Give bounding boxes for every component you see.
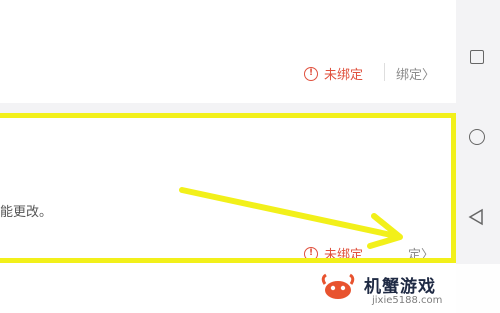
divider [384,63,385,81]
unbound-status-label: 未绑定 [324,68,364,83]
unbound-status: ! 未绑定 [304,64,363,83]
watermark-title: 机蟹游戏 [364,277,436,297]
back-triangle-icon[interactable] [468,208,484,226]
crab-logo-icon [321,273,355,299]
circle-nav-icon[interactable] [469,129,485,145]
blur-patch [368,232,402,258]
warning-circle-icon: ! [304,246,318,261]
unbound-status-2: ! 未绑定 [304,244,363,263]
watermark: 机蟹游戏 jixie5188.com [312,264,500,313]
bind-link-2[interactable]: 定〉 [408,244,434,263]
square-nav-icon[interactable] [470,50,484,64]
warning-circle-icon: ! [304,66,318,81]
watermark-url: jixie5188.com [372,295,443,306]
unbound-status-label-2: 未绑定 [324,248,364,263]
account-card-top: ! 未绑定 绑定〉 [0,0,456,103]
bind-link[interactable]: 绑定〉 [396,64,435,83]
description-text: 能更改。 [0,205,53,220]
